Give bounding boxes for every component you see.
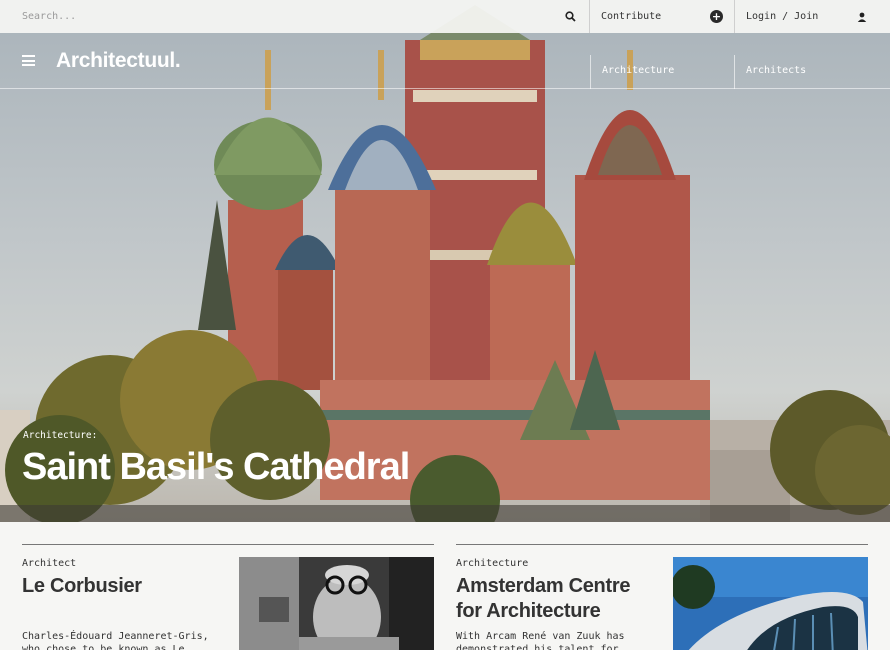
nav-item-architects[interactable]: Architects	[734, 55, 890, 89]
card-amsterdam-centre: Architecture Amsterdam Centre for Archit…	[456, 544, 868, 650]
nav-item-architecture[interactable]: Architecture	[590, 55, 735, 89]
card-title[interactable]: Amsterdam Centre for Architecture	[456, 574, 661, 624]
login-join-button[interactable]: Login / Join	[735, 0, 890, 33]
hero-category: Architecture:	[23, 430, 98, 441]
plus-circle-icon: +	[710, 10, 723, 23]
search-input[interactable]	[22, 11, 565, 22]
card-le-corbusier: Architect Le Corbusier Charles-Édouard J…	[22, 544, 434, 650]
user-icon	[857, 12, 867, 22]
top-bar: Contribute + Login / Join	[0, 0, 890, 33]
card-excerpt: With Arcam René van Zuuk has demonstrate…	[456, 631, 625, 650]
main-nav: Architectuul. Architecture Architects	[0, 33, 890, 89]
card-category: Architecture	[456, 558, 529, 569]
login-label: Login / Join	[746, 11, 819, 22]
card-building-image[interactable]	[673, 557, 868, 650]
contribute-button[interactable]: Contribute +	[590, 0, 735, 33]
card-portrait-image[interactable]	[239, 557, 434, 650]
hero-title[interactable]: Saint Basil's Cathedral	[22, 446, 410, 489]
card-title[interactable]: Le Corbusier	[22, 574, 227, 599]
card-category: Architect	[22, 558, 77, 569]
hamburger-menu-icon[interactable]	[22, 55, 35, 66]
search-icon[interactable]	[565, 11, 576, 22]
search-bar	[0, 0, 590, 33]
contribute-label: Contribute	[601, 11, 662, 22]
card-excerpt: Charles-Édouard Jeanneret-Gris, who chos…	[22, 631, 209, 650]
site-logo[interactable]: Architectuul.	[56, 49, 181, 73]
